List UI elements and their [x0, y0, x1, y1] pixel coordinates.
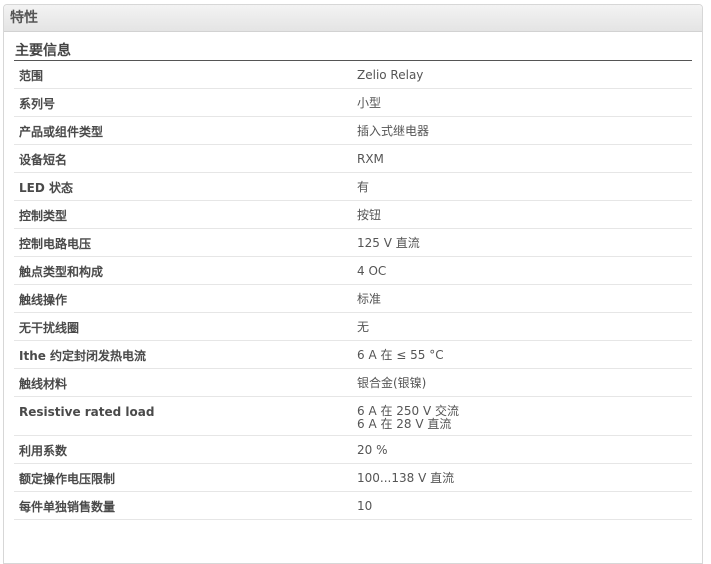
spec-value: 小型 [353, 89, 692, 116]
spec-name: 产品或组件类型 [19, 125, 104, 139]
spec-name: 范围 [19, 69, 44, 83]
spec-value-line: 4 OC [357, 264, 387, 278]
spec-name: 系列号 [19, 97, 56, 111]
table-row: 每件单独销售数量 10 [14, 492, 692, 520]
table-row: 系列号 小型 [14, 89, 692, 117]
spec-name: 控制电路电压 [19, 237, 92, 251]
spec-value-line: 插入式继电器 [357, 124, 430, 138]
table-row: 触点类型和构成 4 OC [14, 257, 692, 285]
spec-value: 125 V 直流 [353, 229, 692, 256]
spec-value: 银合金(银镍) [353, 369, 692, 396]
main-info-section: 主要信息 范围 Zelio Relay 系列号 小型产品或组件类型 插入式继电器设备短名… [14, 32, 692, 520]
spec-value: 100...138 V 直流 [353, 464, 692, 491]
spec-value-line: Zelio Relay [357, 68, 424, 82]
spec-name: 触点类型和构成 [19, 265, 104, 279]
spec-value: 有 [353, 173, 692, 200]
table-row: Ithe 约定封闭发热电流 6 A 在 ≤ 55 °C [14, 341, 692, 369]
table-row: 设备短名 RXM [14, 145, 692, 173]
spec-name: Resistive rated load [19, 405, 155, 419]
spec-value: 按钮 [353, 201, 692, 228]
panel-title: 特性 [10, 10, 38, 26]
panel-header: 特性 [4, 5, 702, 32]
spec-value: 插入式继电器 [353, 117, 692, 144]
spec-name: 设备短名 [19, 153, 68, 167]
spec-value: 无 [353, 313, 692, 340]
spec-name: LED 状态 [19, 181, 73, 195]
spec-name: 利用系数 [19, 444, 68, 458]
spec-value: 6 A 在 250 V 交流 6 A 在 28 V 直流 [353, 397, 692, 435]
spec-value-line: 10 [357, 499, 373, 513]
characteristics-panel: 特性 主要信息 范围 Zelio Relay 系列号 小型产品或组件类型 插入式继电器设… [3, 4, 703, 564]
spec-value: Zelio Relay [353, 61, 692, 88]
table-row: 触线操作 标准 [14, 285, 692, 313]
spec-value-line: 银合金(银镍) [357, 376, 427, 390]
spec-value-line: 小型 [357, 96, 382, 110]
table-row: 范围 Zelio Relay [14, 61, 692, 89]
table-row: 触线材料 银合金(银镍) [14, 369, 692, 397]
spec-name: 无干扰线圈 [19, 321, 80, 335]
spec-name: Ithe 约定封闭发热电流 [19, 349, 147, 363]
spec-value-line: 按钮 [357, 208, 382, 222]
spec-value-line: 6 A 在 28 V 直流 [357, 417, 452, 431]
spec-value-line: RXM [357, 152, 384, 166]
spec-value: 20 % [353, 436, 692, 463]
spec-value-line: 6 A 在 ≤ 55 °C [357, 348, 444, 362]
spec-value-line: 20 % [357, 443, 388, 457]
spec-table: 范围 Zelio Relay 系列号 小型产品或组件类型 插入式继电器设备短名 RXM LE… [14, 61, 692, 520]
spec-value: 标准 [353, 285, 692, 312]
spec-value-line: 标准 [357, 292, 382, 306]
spec-value: 10 [353, 492, 692, 519]
table-row: 额定操作电压限制 100...138 V 直流 [14, 464, 692, 492]
table-row: 利用系数 20 % [14, 436, 692, 464]
spec-value: 6 A 在 ≤ 55 °C [353, 341, 692, 368]
table-row: 控制电路电压 125 V 直流 [14, 229, 692, 257]
table-row: Resistive rated load 6 A 在 250 V 交流 6 A 在 … [14, 397, 692, 436]
spec-value: 4 OC [353, 257, 692, 284]
spec-value-line: 无 [357, 320, 370, 334]
spec-value-line: 125 V 直流 [357, 236, 420, 250]
spec-name: 控制类型 [19, 209, 68, 223]
table-row: LED 状态 有 [14, 173, 692, 201]
section-title: 主要信息 [14, 32, 692, 61]
spec-value-line: 有 [357, 180, 370, 194]
table-row: 无干扰线圈 无 [14, 313, 692, 341]
spec-name: 触线操作 [19, 293, 68, 307]
spec-name: 触线材料 [19, 377, 68, 391]
spec-value-line: 100...138 V 直流 [357, 471, 455, 485]
spec-name: 每件单独销售数量 [19, 500, 116, 514]
spec-value: RXM [353, 145, 692, 172]
table-row: 产品或组件类型 插入式继电器 [14, 117, 692, 145]
table-row: 控制类型 按钮 [14, 201, 692, 229]
spec-name: 额定操作电压限制 [19, 472, 116, 486]
